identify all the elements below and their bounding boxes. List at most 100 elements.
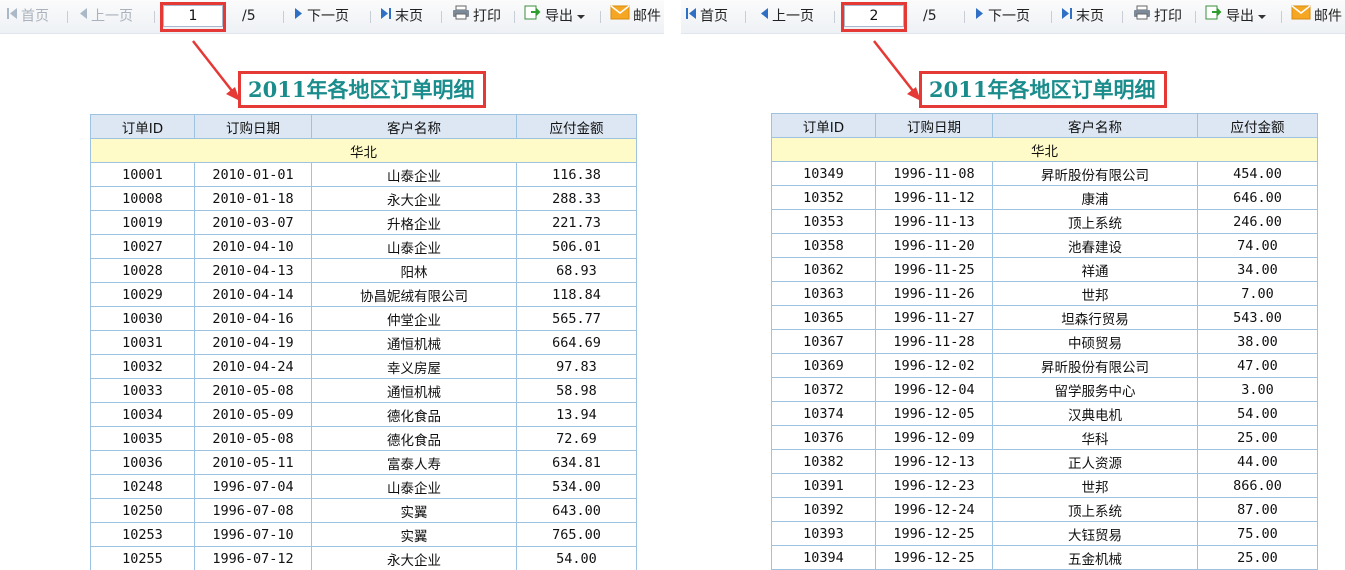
- order-date-cell: 1996-12-05: [875, 401, 993, 426]
- customer-name-cell: 协昌妮绒有限公司: [311, 282, 517, 307]
- order-date-cell: 2010-04-24: [194, 354, 312, 379]
- order-date-cell: 1996-07-12: [194, 546, 312, 570]
- table-row: 10036 2010-05-11 富泰人寿 634.81: [90, 450, 637, 475]
- order-date-cell: 2010-04-10: [194, 234, 312, 259]
- order-id-cell: 10008: [90, 186, 195, 211]
- amount-cell: 58.98: [516, 378, 637, 403]
- order-id-cell: 10365: [771, 305, 876, 330]
- amount-cell: 765.00: [516, 522, 637, 547]
- table-row: 10029 2010-04-14 协昌妮绒有限公司 118.84: [90, 282, 637, 307]
- customer-name-cell: 富泰人寿: [311, 450, 517, 475]
- customer-name-cell: 实翼: [311, 498, 517, 523]
- table-row: 10367 1996-11-28 中硕贸易 38.00: [771, 329, 1318, 354]
- table-row: 10008 2010-01-18 永大企业 288.33: [90, 186, 637, 211]
- order-id-cell: 10028: [90, 258, 195, 283]
- order-id-cell: 10352: [771, 185, 876, 210]
- amount-cell: 246.00: [1197, 209, 1318, 234]
- table-header-row: 订单ID 订购日期 客户名称 应付金额: [771, 113, 1318, 138]
- order-date-cell: 1996-11-25: [875, 257, 993, 282]
- amount-cell: 47.00: [1197, 353, 1318, 378]
- table-row: 10392 1996-12-24 顶上系统 87.00: [771, 497, 1318, 522]
- amount-cell: 3.00: [1197, 377, 1318, 402]
- order-date-cell: 2010-05-08: [194, 378, 312, 403]
- table-row: 10030 2010-04-16 仲堂企业 565.77: [90, 306, 637, 331]
- order-date-cell: 2010-04-13: [194, 258, 312, 283]
- customer-name-cell: 顶上系统: [992, 497, 1198, 522]
- order-date-cell: 1996-12-09: [875, 425, 993, 450]
- table-row: 10358 1996-11-20 池春建设 74.00: [771, 233, 1318, 258]
- amount-cell: 646.00: [1197, 185, 1318, 210]
- table-row: 10028 2010-04-13 阳林 68.93: [90, 258, 637, 283]
- order-id-cell: 10363: [771, 281, 876, 306]
- region-row: 华北: [90, 138, 637, 163]
- customer-name-cell: 昇昕股份有限公司: [992, 353, 1198, 378]
- customer-name-cell: 永大企业: [311, 186, 517, 211]
- amount-cell: 116.38: [516, 162, 637, 187]
- customer-name-cell: 世邦: [992, 473, 1198, 498]
- amount-cell: 7.00: [1197, 281, 1318, 306]
- amount-cell: 13.94: [516, 402, 637, 427]
- amount-cell: 221.73: [516, 210, 637, 235]
- amount-cell: 38.00: [1197, 329, 1318, 354]
- order-date-cell: 1996-07-08: [194, 498, 312, 523]
- customer-name-cell: 中硕贸易: [992, 329, 1198, 354]
- amount-cell: 72.69: [516, 426, 637, 451]
- amount-cell: 543.00: [1197, 305, 1318, 330]
- customer-name-cell: 池春建设: [992, 233, 1198, 258]
- order-id-cell: 10374: [771, 401, 876, 426]
- order-date-cell: 2010-04-19: [194, 330, 312, 355]
- table-row: 10372 1996-12-04 留学服务中心 3.00: [771, 377, 1318, 402]
- amount-cell: 97.83: [516, 354, 637, 379]
- order-id-cell: 10394: [771, 545, 876, 570]
- amount-cell: 44.00: [1197, 449, 1318, 474]
- amount-cell: 87.00: [1197, 497, 1318, 522]
- table-row: 10253 1996-07-10 实翼 765.00: [90, 522, 637, 547]
- customer-name-cell: 阳林: [311, 258, 517, 283]
- column-header-amount: 应付金额: [1197, 113, 1318, 138]
- order-id-cell: 10032: [90, 354, 195, 379]
- table-row: 10393 1996-12-25 大钰贸易 75.00: [771, 521, 1318, 546]
- order-date-cell: 2010-04-14: [194, 282, 312, 307]
- customer-name-cell: 升格企业: [311, 210, 517, 235]
- amount-cell: 74.00: [1197, 233, 1318, 258]
- report-title: 2011年各地区订单明细: [248, 77, 475, 102]
- order-id-cell: 10349: [771, 161, 876, 186]
- report-viewer-page-2: 首页 上一页 /5 下一页 末页 打印 导出 邮件 2: [681, 0, 1345, 570]
- order-date-cell: 1996-11-26: [875, 281, 993, 306]
- table-row: 10376 1996-12-09 华科 25.00: [771, 425, 1318, 450]
- table-row: 10034 2010-05-09 德化食品 13.94: [90, 402, 637, 427]
- order-id-cell: 10376: [771, 425, 876, 450]
- customer-name-cell: 华科: [992, 425, 1198, 450]
- customer-name-cell: 世邦: [992, 281, 1198, 306]
- order-id-cell: 10372: [771, 377, 876, 402]
- table-row: 10374 1996-12-05 汉典电机 54.00: [771, 401, 1318, 426]
- customer-name-cell: 五金机械: [992, 545, 1198, 570]
- amount-cell: 506.01: [516, 234, 637, 259]
- customer-name-cell: 幸义房屋: [311, 354, 517, 379]
- order-date-cell: 1996-12-04: [875, 377, 993, 402]
- customer-name-cell: 坦森行贸易: [992, 305, 1198, 330]
- order-date-cell: 1996-07-10: [194, 522, 312, 547]
- customer-name-cell: 德化食品: [311, 402, 517, 427]
- amount-cell: 454.00: [1197, 161, 1318, 186]
- customer-name-cell: 大钰贸易: [992, 521, 1198, 546]
- order-date-cell: 2010-03-07: [194, 210, 312, 235]
- customer-name-cell: 实翼: [311, 522, 517, 547]
- table-row: 10394 1996-12-25 五金机械 25.00: [771, 545, 1318, 570]
- column-header-order-id: 订单ID: [90, 114, 195, 139]
- order-id-cell: 10255: [90, 546, 195, 570]
- column-header-amount: 应付金额: [516, 114, 637, 139]
- amount-cell: 534.00: [516, 474, 637, 499]
- amount-cell: 75.00: [1197, 521, 1318, 546]
- table-row: 10035 2010-05-08 德化食品 72.69: [90, 426, 637, 451]
- order-id-cell: 10036: [90, 450, 195, 475]
- amount-cell: 866.00: [1197, 473, 1318, 498]
- table-header-row: 订单ID 订购日期 客户名称 应付金额: [90, 114, 637, 139]
- table-row: 10032 2010-04-24 幸义房屋 97.83: [90, 354, 637, 379]
- customer-name-cell: 仲堂企业: [311, 306, 517, 331]
- amount-cell: 54.00: [1197, 401, 1318, 426]
- order-id-cell: 10248: [90, 474, 195, 499]
- order-date-cell: 1996-12-23: [875, 473, 993, 498]
- customer-name-cell: 汉典电机: [992, 401, 1198, 426]
- column-header-order-date: 订购日期: [875, 113, 993, 138]
